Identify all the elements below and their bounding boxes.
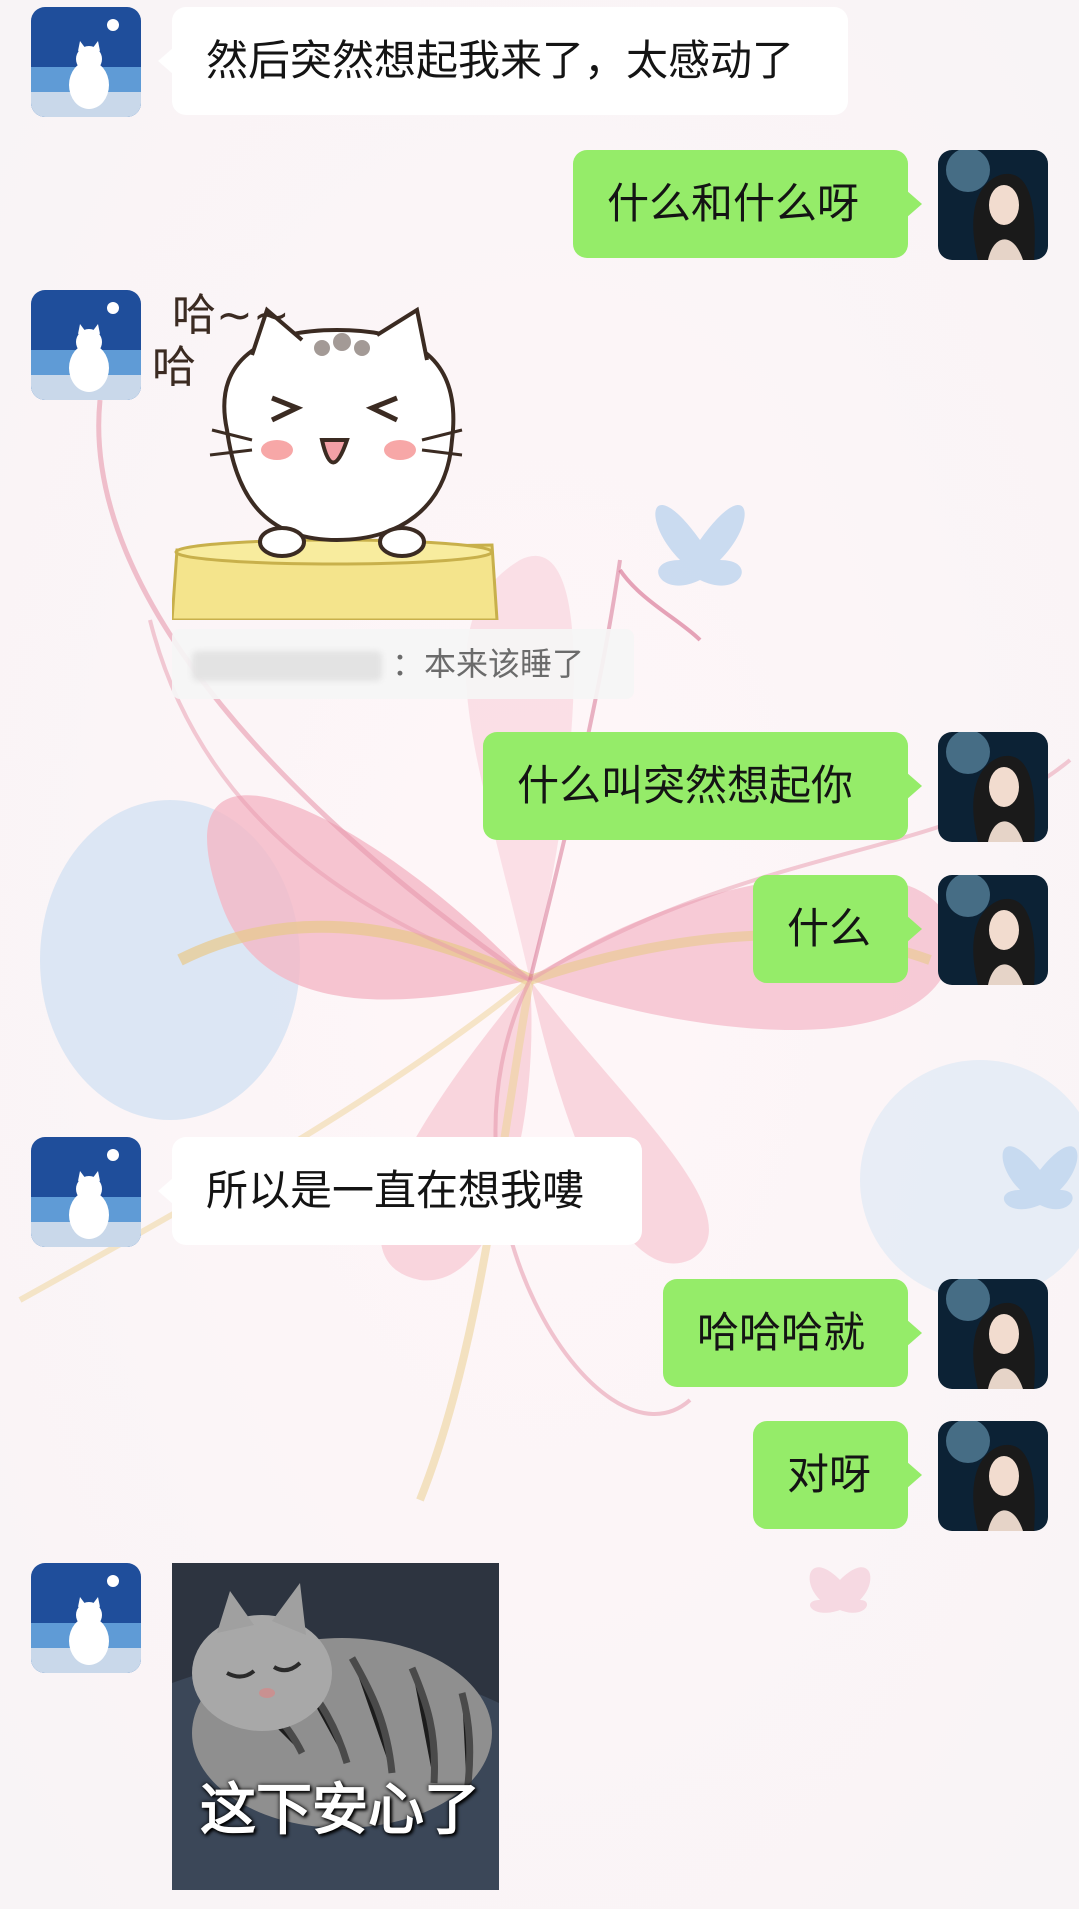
white-cat-moonlight-avatar-icon xyxy=(31,1137,141,1247)
girl-portrait-avatar-icon xyxy=(938,150,1048,260)
white-cat-moonlight-avatar-icon xyxy=(31,1563,141,1673)
sticker-caption: 这下安心了 xyxy=(200,1778,480,1843)
sticker-text-line: 哈~~ xyxy=(172,290,290,341)
girl-portrait-avatar-icon xyxy=(938,1279,1048,1389)
sticker-text-line: 哈 xyxy=(152,342,196,393)
contact-avatar[interactable] xyxy=(31,1137,141,1247)
girl-portrait-avatar-icon xyxy=(938,732,1048,842)
contact-avatar[interactable] xyxy=(31,290,141,400)
sticker-text: 哈~~ 哈 xyxy=(152,290,322,394)
self-avatar[interactable] xyxy=(938,1279,1048,1389)
quoted-text: 本来该睡了 xyxy=(424,645,585,683)
quote-separator: ： xyxy=(392,645,425,683)
contact-avatar[interactable] xyxy=(31,7,141,117)
quoted-sender-redacted xyxy=(192,651,382,681)
message-bubble-outgoing[interactable]: 对呀 xyxy=(753,1421,922,1529)
girl-portrait-avatar-icon xyxy=(938,875,1048,985)
self-avatar[interactable] xyxy=(938,1421,1048,1531)
girl-portrait-avatar-icon xyxy=(938,1421,1048,1531)
message-bubble-outgoing[interactable]: 哈哈哈就 xyxy=(663,1279,922,1387)
message-bubble-incoming[interactable]: 然后突然想起我来了，太感动了 xyxy=(158,7,848,115)
self-avatar[interactable] xyxy=(938,150,1048,260)
chat-wallpaper xyxy=(0,0,1079,1909)
message-bubble-incoming[interactable]: 所以是一直在想我嘍 xyxy=(158,1137,642,1245)
message-bubble-outgoing[interactable]: 什么叫突然想起你 xyxy=(483,732,922,840)
message-bubble-outgoing[interactable]: 什么 xyxy=(753,875,922,983)
white-cat-moonlight-avatar-icon xyxy=(31,7,141,117)
cat-laughing-sticker[interactable]: 哈~~ 哈 xyxy=(152,290,502,620)
contact-avatar[interactable] xyxy=(31,1563,141,1673)
self-avatar[interactable] xyxy=(938,732,1048,842)
quoted-message[interactable]: ：本来该睡了 xyxy=(172,629,634,699)
message-bubble-outgoing[interactable]: 什么和什么呀 xyxy=(573,150,922,258)
self-avatar[interactable] xyxy=(938,875,1048,985)
white-cat-moonlight-avatar-icon xyxy=(31,290,141,400)
